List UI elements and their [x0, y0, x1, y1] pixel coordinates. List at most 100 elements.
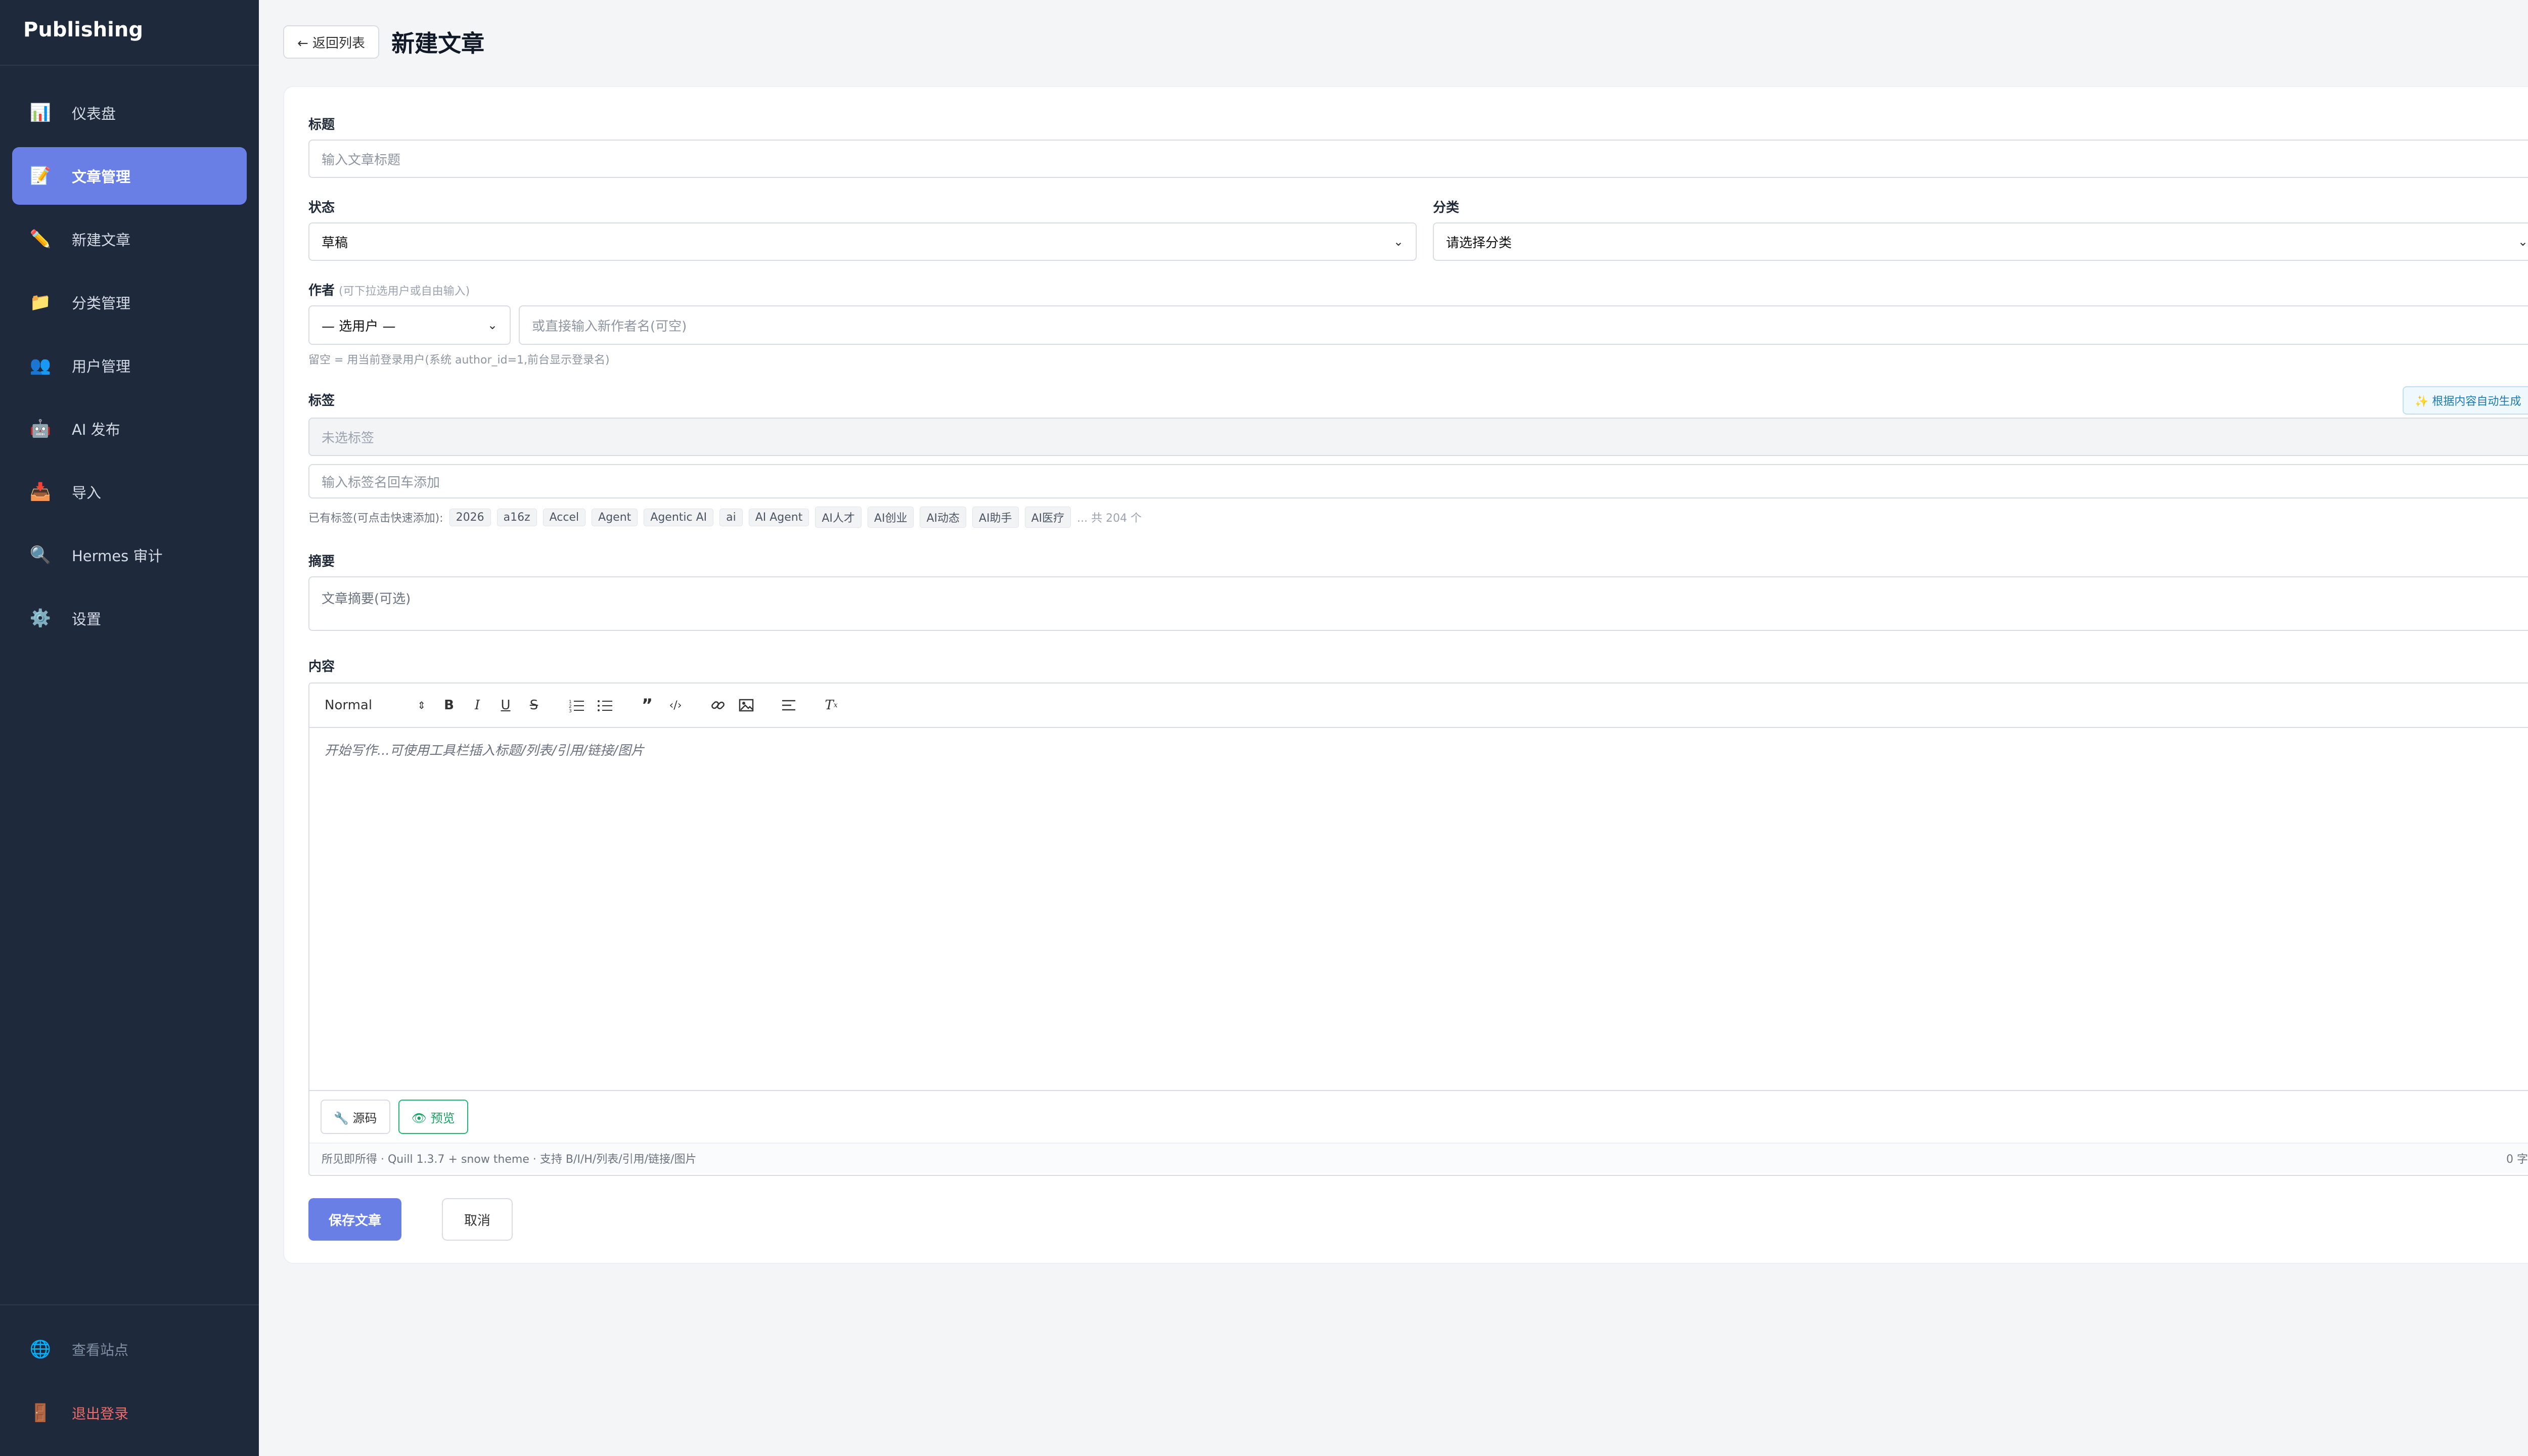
brand-logo[interactable]: Publishing: [0, 0, 259, 66]
chevron-down-icon: ⌄: [1393, 235, 1404, 249]
existing-tag-chip[interactable]: ai: [719, 508, 743, 526]
sidebar-item-3[interactable]: 📁 分类管理: [12, 274, 247, 331]
editor-toolbar: Normal ⇕ B I U S 123 ” ‹/› T x: [309, 684, 2528, 728]
image-icon[interactable]: [735, 694, 757, 716]
sidebar-nav: 📊 仪表盘 📝 文章管理 ✏️ 新建文章 📁 分类管理 👥 用户管理 🤖 AI 发布 📥 导入 🔍 Herme…: [0, 66, 259, 647]
main-content: ← 返回列表 新建文章 标题 输入文章标题 状态 草稿 ⌄ 分类 请选择分类 ⌄…: [259, 0, 2528, 1456]
format-select-value: Normal: [325, 698, 373, 713]
author-select-value: — 选用户 —: [322, 318, 396, 334]
align-icon[interactable]: [778, 694, 800, 716]
existing-tag-chip[interactable]: AI人才: [815, 507, 862, 528]
page-header: ← 返回列表 新建文章: [283, 25, 484, 59]
existing-tag-chip[interactable]: Agentic AI: [644, 508, 714, 526]
sidebar-item-4[interactable]: 👥 用户管理: [12, 337, 247, 394]
folder-icon: 📁: [29, 292, 52, 312]
existing-tag-chip[interactable]: a16z: [496, 508, 537, 526]
category-select[interactable]: 请选择分类 ⌄: [1433, 222, 2528, 261]
editor-status-text: 所见即所得 · Quill 1.3.7 + snow theme · 支持 B/…: [322, 1153, 697, 1166]
strikethrough-icon[interactable]: S: [523, 694, 545, 716]
existing-tag-chip[interactable]: Accel: [543, 508, 586, 526]
category-select-value: 请选择分类: [1446, 235, 1512, 251]
preview-button[interactable]: 👁 预览: [398, 1100, 468, 1134]
sidebar-item-label: Hermes 审计: [72, 548, 163, 565]
link-icon[interactable]: [707, 694, 729, 716]
category-label: 分类: [1433, 200, 1460, 215]
article-form-card: 标题 输入文章标题 状态 草稿 ⌄ 分类 请选择分类 ⌄ 作者 (可下拉选用户或自…: [283, 86, 2528, 1264]
italic-icon[interactable]: I: [466, 694, 488, 716]
code-block-icon[interactable]: ‹/›: [664, 694, 687, 716]
back-to-list-button[interactable]: ← 返回列表: [283, 25, 380, 59]
sidebar-item-label: AI 发布: [72, 421, 120, 438]
chevron-down-icon: ⌄: [487, 318, 498, 332]
sidebar-footer-label: 退出登录: [72, 1405, 129, 1422]
robot-icon: 🤖: [29, 419, 52, 439]
sidebar-item-6[interactable]: 📥 导入: [12, 463, 247, 521]
sidebar-item-7[interactable]: 🔍 Hermes 审计: [12, 526, 247, 584]
content-label: 内容: [308, 659, 335, 674]
editor-mode-bar: 🔧 源码 👁 预览: [309, 1091, 2528, 1144]
editor-content-area[interactable]: 开始写作...可使用工具栏插入标题/列表/引用/链接/图片: [309, 728, 2528, 1091]
existing-tag-chip[interactable]: Agent: [592, 508, 638, 526]
status-select[interactable]: 草稿 ⌄: [308, 222, 1417, 261]
bold-icon[interactable]: B: [438, 694, 460, 716]
cancel-button[interactable]: 取消: [442, 1198, 513, 1241]
existing-tag-chip[interactable]: AI医疗: [1024, 507, 1071, 528]
gear-icon: ⚙️: [29, 608, 52, 628]
source-code-button[interactable]: 🔧 源码: [321, 1100, 390, 1134]
sidebar-item-5[interactable]: 🤖 AI 发布: [12, 400, 247, 458]
sidebar-item-label: 文章管理: [72, 168, 131, 186]
status-label: 状态: [308, 200, 335, 215]
sidebar-item-label: 新建文章: [72, 232, 131, 249]
pencil-icon: ✏️: [29, 229, 52, 249]
sidebar-item-2[interactable]: ✏️ 新建文章: [12, 210, 247, 268]
sidebar-item-label: 导入: [72, 484, 102, 502]
author-select[interactable]: — 选用户 — ⌄: [308, 305, 511, 345]
sidebar-footer: 🌐 查看站点 🚪 退出登录: [0, 1304, 259, 1456]
author-note: 留空 = 用当前登录用户(系统 author_id=1,前台显示登录名): [308, 354, 610, 367]
rich-text-editor: Normal ⇕ B I U S 123 ” ‹/› T x 开始写作...可使…: [308, 682, 2528, 1176]
save-article-button[interactable]: 保存文章: [308, 1198, 402, 1241]
sidebar-item-8[interactable]: ⚙️ 设置: [12, 589, 247, 647]
existing-tags-count: ... 共 204 个: [1077, 512, 1142, 525]
summary-label: 摘要: [308, 554, 335, 569]
clear-format-icon[interactable]: Tx: [820, 694, 842, 716]
underline-icon[interactable]: U: [494, 694, 517, 716]
sidebar-footer-label: 查看站点: [72, 1342, 129, 1358]
memo-icon: 📝: [29, 166, 52, 186]
editor-placeholder: 开始写作...可使用工具栏插入标题/列表/引用/链接/图片: [325, 743, 644, 758]
title-input[interactable]: 输入文章标题: [308, 140, 2528, 178]
author-name-input[interactable]: 或直接输入新作者名(可空): [519, 305, 2528, 345]
selected-tags-box: 未选标签: [308, 418, 2528, 456]
sidebar-item-0[interactable]: 📊 仪表盘: [12, 84, 247, 142]
summary-textarea[interactable]: 文章摘要(可选): [308, 576, 2528, 631]
author-label: 作者 (可下拉选用户或自由输入): [308, 280, 470, 299]
existing-tag-chip[interactable]: AI助手: [972, 507, 1019, 528]
format-select[interactable]: Normal ⇕: [325, 698, 426, 713]
users-icon: 👥: [29, 355, 52, 376]
summary-placeholder: 文章摘要(可选): [322, 592, 411, 607]
existing-tags-row: 已有标签(可点击快速添加): 2026 a16z Accel Agent Agentic…: [308, 507, 1142, 528]
chevron-down-icon: ⌄: [2517, 235, 2528, 249]
existing-tag-chip[interactable]: 2026: [449, 508, 491, 526]
sidebar-item-label: 用户管理: [72, 358, 131, 375]
svg-text:3: 3: [569, 709, 572, 712]
word-count: 0 字: [2506, 1153, 2528, 1166]
sidebar-item-1[interactable]: 📝 文章管理: [12, 147, 247, 205]
bar-chart-icon: 📊: [29, 103, 52, 123]
existing-tag-chip[interactable]: AI创业: [867, 507, 914, 528]
logout-link[interactable]: 🚪 退出登录: [12, 1384, 247, 1442]
view-site-link[interactable]: 🌐 查看站点: [12, 1321, 247, 1378]
editor-status-bar: 所见即所得 · Quill 1.3.7 + snow theme · 支持 B/…: [309, 1144, 2528, 1173]
author-label-text: 作者: [308, 283, 335, 298]
existing-tag-chip[interactable]: AI Agent: [748, 508, 809, 526]
existing-tag-chip[interactable]: AI动态: [920, 507, 967, 528]
auto-generate-tags-button[interactable]: ✨ 根据内容自动生成: [2403, 386, 2528, 415]
ordered-list-icon[interactable]: 123: [565, 694, 588, 716]
author-hint-inline: (可下拉选用户或自由输入): [339, 285, 470, 298]
sidebar-item-label: 设置: [72, 611, 102, 628]
sidebar-item-label: 仪表盘: [72, 105, 116, 122]
bullet-list-icon[interactable]: [594, 694, 616, 716]
tag-input[interactable]: 输入标签名回车添加: [308, 464, 2528, 498]
blockquote-icon[interactable]: ”: [636, 694, 658, 716]
magnifier-icon: 🔍: [29, 545, 52, 565]
